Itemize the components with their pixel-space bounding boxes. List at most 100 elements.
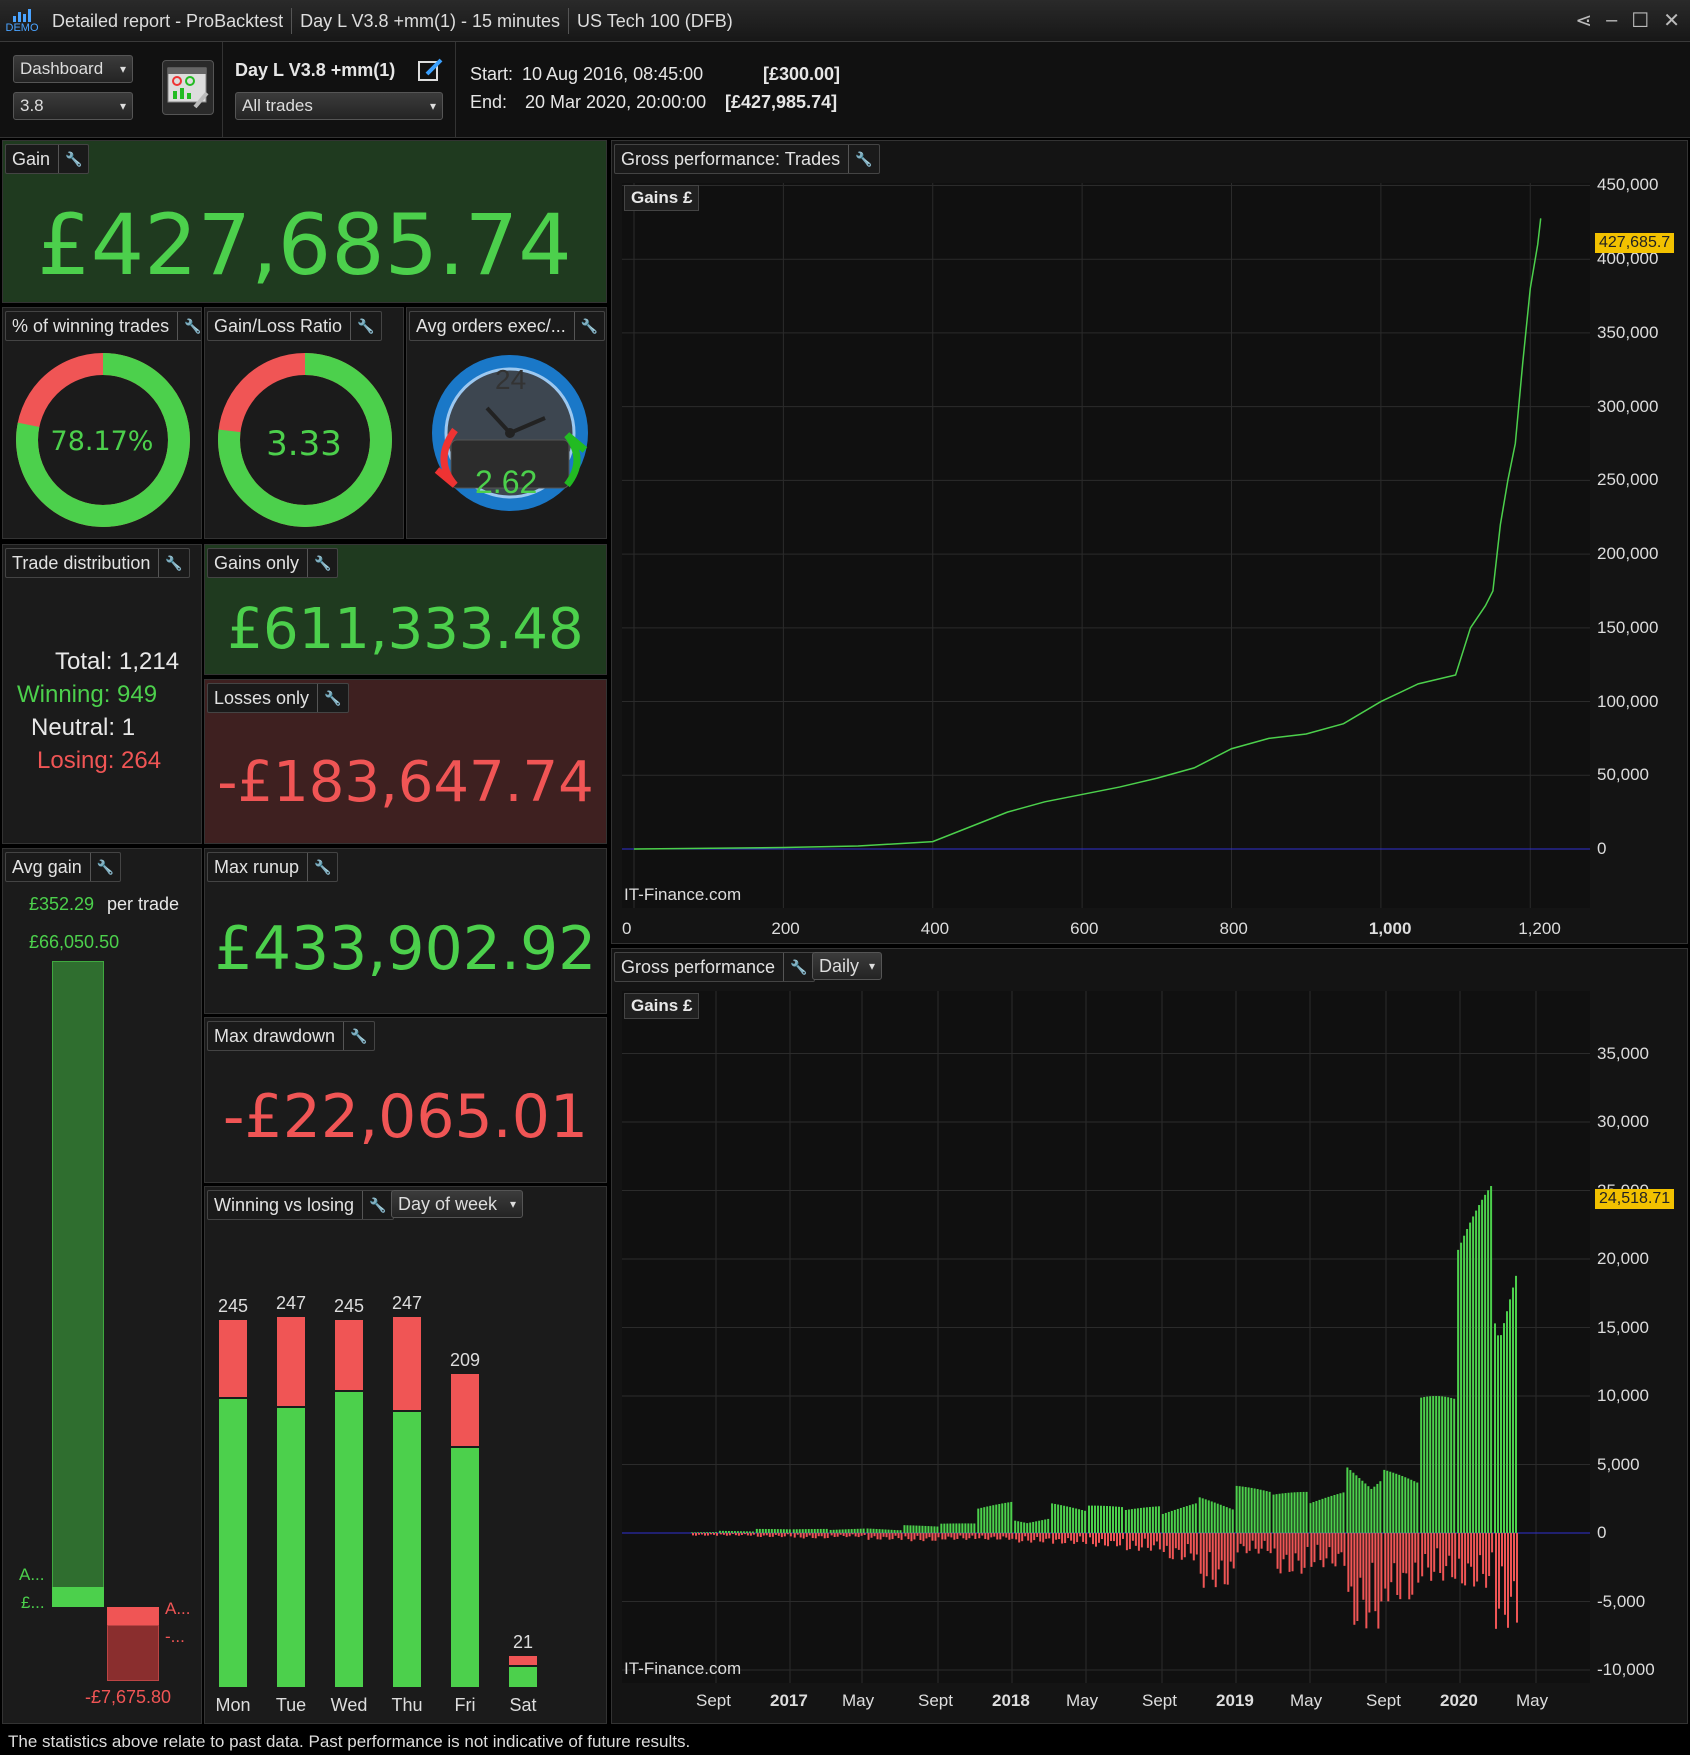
gains-only-tab[interactable]: Gains only 🔧 (207, 548, 339, 578)
daily-gain-bar (1256, 1489, 1259, 1533)
gains-only-value: £611,333.48 (227, 597, 584, 662)
wrench-icon[interactable]: 🔧 (317, 684, 342, 712)
x-tick-label: 400 (920, 919, 950, 938)
daily-gain-bar (822, 1528, 825, 1533)
daily-loss-bar (1055, 1533, 1058, 1540)
daily-gain-bar (1044, 1519, 1047, 1533)
daily-loss-bar (1082, 1533, 1085, 1542)
daily-gain-bar (1253, 1488, 1256, 1533)
daily-select[interactable]: Daily ▾ (812, 952, 882, 980)
day-of-week-select[interactable]: Day of week ▾ (391, 1190, 523, 1218)
view-select[interactable]: Dashboard ▾ (13, 55, 133, 83)
daily-gain-bar (973, 1523, 976, 1533)
daily-loss-bar (1313, 1533, 1316, 1563)
y-tick-label: 35,000 (1597, 1043, 1649, 1063)
daily-loss-bar (1310, 1533, 1313, 1567)
wrench-icon[interactable]: 🔧 (307, 853, 331, 881)
daily-gain-bar (884, 1529, 887, 1533)
daily-loss-bar (879, 1533, 882, 1540)
daily-loss-bar (1048, 1533, 1051, 1539)
daily-loss-bar (1149, 1533, 1152, 1551)
winning-pct-tab[interactable]: % of winning trades 🔧 (5, 311, 201, 341)
trades-select[interactable]: All trades ▾ (235, 92, 443, 120)
x-tick-label: 2019 (1216, 1691, 1254, 1710)
daily-loss-bar (1498, 1533, 1500, 1609)
daily-loss-bar (1390, 1533, 1393, 1583)
daily-gain-bar (727, 1530, 730, 1533)
daily-loss-bar (968, 1533, 971, 1539)
daily-loss-bar (1291, 1533, 1294, 1572)
max-runup-tab[interactable]: Max runup 🔧 (207, 852, 339, 882)
wrench-icon[interactable]: 🔧 (89, 853, 114, 881)
losses-only-tab[interactable]: Losses only 🔧 (207, 683, 349, 713)
wrench-icon[interactable]: 🔧 (58, 145, 82, 173)
daily-gain-bar (761, 1528, 764, 1533)
share-icon[interactable]: ⋖ (1575, 8, 1592, 33)
gross-performance-trades-tab[interactable]: Gross performance: Trades 🔧 (614, 144, 880, 174)
daily-loss-bar (842, 1533, 845, 1536)
daily-loss-bar (1513, 1533, 1515, 1582)
daily-gain-bar (1139, 1507, 1142, 1533)
version-select[interactable]: 3.8 ▾ (13, 92, 133, 120)
daily-gain-bar (706, 1532, 708, 1533)
wrench-icon[interactable]: 🔧 (350, 312, 375, 340)
daily-loss-bar (833, 1533, 836, 1537)
start-capital: [£300.00] (763, 64, 841, 84)
daily-gain-bar (709, 1532, 711, 1533)
report-settings-icon[interactable] (162, 60, 214, 115)
gross-performance-daily-tab[interactable]: Gross performance 🔧 (614, 952, 815, 982)
wrench-icon[interactable]: 🔧 (343, 1022, 368, 1050)
maximize-icon[interactable]: ☐ (1631, 8, 1649, 33)
daily-gain-bar (1299, 1492, 1302, 1533)
wrench-icon[interactable]: 🔧 (362, 1191, 387, 1219)
daily-loss-bar (1331, 1533, 1334, 1564)
daily-gain-bar (1509, 1299, 1511, 1533)
wrench-icon[interactable]: 🔧 (307, 549, 331, 577)
bar-total-label: 209 (449, 1349, 481, 1370)
max-drawdown-tab[interactable]: Max drawdown 🔧 (207, 1021, 375, 1051)
daily-gain-bar (1373, 1486, 1376, 1533)
daily-gain-bar (1121, 1507, 1123, 1533)
gross-performance-daily-tab-label: Gross performance (621, 957, 776, 977)
avg-orders-tab[interactable]: Avg orders exec/... 🔧 (409, 311, 606, 341)
chart2-plot[interactable]: Gains £ IT-Finance.com (622, 991, 1590, 1683)
wrench-icon[interactable]: 🔧 (573, 312, 598, 340)
daily-gain-bar (1103, 1505, 1105, 1533)
daily-gain-bar (1247, 1487, 1250, 1533)
daily-loss-bar (1073, 1533, 1076, 1544)
chart1-plot[interactable]: Gains £ IT-Finance.com (622, 183, 1590, 908)
edit-icon[interactable] (417, 56, 445, 84)
daily-gain-bar (1201, 1498, 1204, 1533)
prorealtime-logo: DEMO (0, 0, 44, 42)
wrench-icon[interactable]: 🔧 (848, 145, 873, 173)
daily-gain-bar (967, 1523, 970, 1533)
avg-gain-tab[interactable]: Avg gain 🔧 (5, 852, 122, 882)
wrench-icon[interactable]: 🔧 (158, 549, 183, 577)
daily-loss-bar (1155, 1533, 1158, 1542)
minimize-icon[interactable]: – (1606, 9, 1617, 32)
daily-gain-bar (785, 1529, 788, 1533)
daily-gain-bar (1330, 1495, 1333, 1533)
daily-gain-bar (841, 1529, 844, 1533)
daily-loss-bar (1510, 1533, 1512, 1597)
avg-orders-tab-label: Avg orders exec/... (416, 316, 566, 336)
daily-gain-bar (1278, 1493, 1281, 1533)
gain-tab[interactable]: Gain 🔧 (5, 144, 90, 174)
daily-gain-bar (1312, 1502, 1315, 1533)
max-gain-bar (52, 961, 104, 1607)
daily-loss-bar (1396, 1533, 1399, 1595)
daily-loss-bar (1052, 1533, 1055, 1544)
daily-loss-bar (1371, 1533, 1374, 1563)
trade-distribution-tab[interactable]: Trade distribution 🔧 (5, 548, 190, 578)
daily-gain-bar (1069, 1507, 1072, 1533)
wrench-icon[interactable]: 🔧 (783, 953, 808, 981)
close-icon[interactable]: ✕ (1663, 8, 1680, 33)
winning-vs-losing-tab[interactable]: Winning vs losing 🔧 (207, 1190, 394, 1220)
daily-loss-bar (919, 1533, 922, 1541)
gain-loss-ratio-tab[interactable]: Gain/Loss Ratio 🔧 (207, 311, 382, 341)
daily-loss-bar (1039, 1533, 1042, 1542)
wrench-icon[interactable]: 🔧 (177, 312, 201, 340)
daily-loss-bar (993, 1533, 996, 1537)
clock-dial-label: 24 (495, 364, 527, 395)
daily-gain-bar (773, 1529, 776, 1533)
